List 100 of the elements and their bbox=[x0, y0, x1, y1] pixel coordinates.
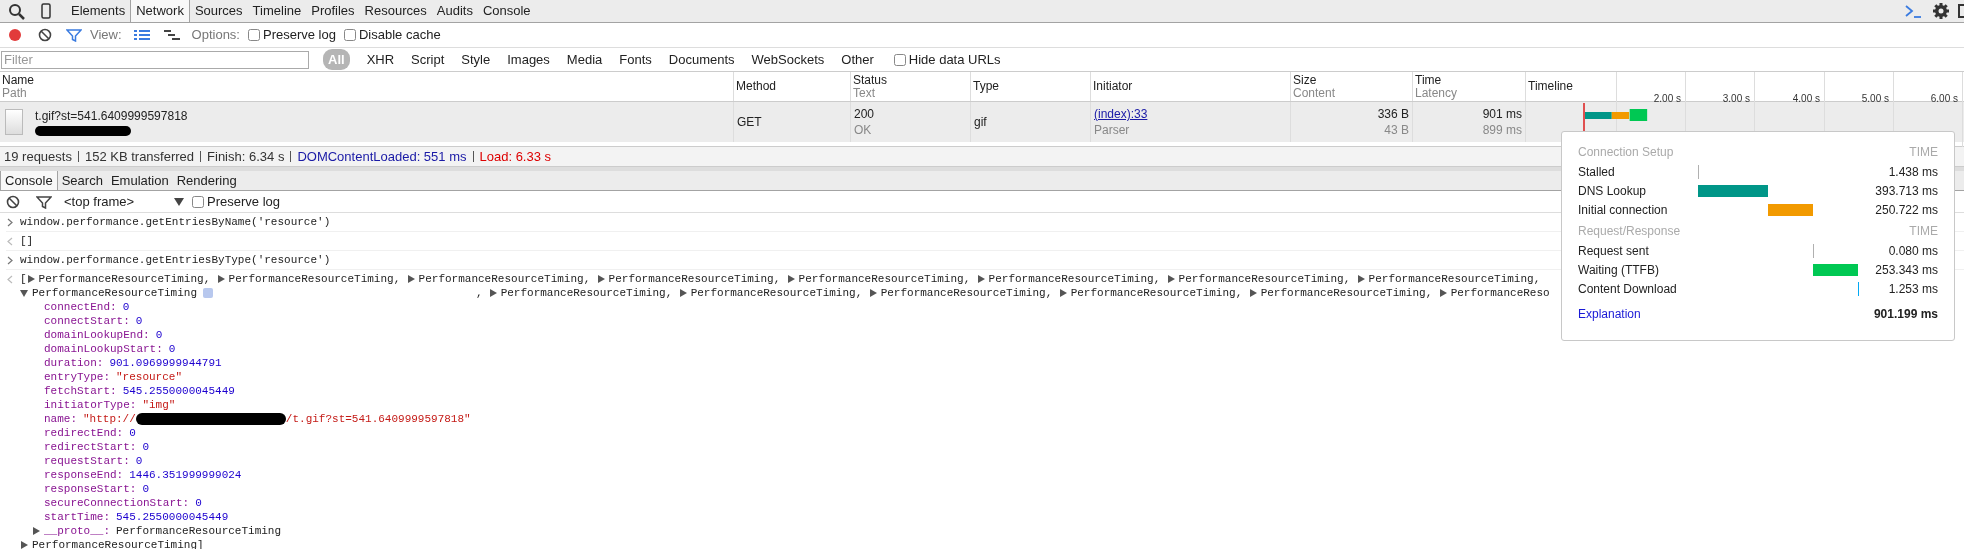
request-row[interactable]: t.gif?st=541.6409999597818 GET 200 OK gif (index):33 Parser 336 B 43 B 901 ms 899 ms bbox=[0, 102, 1964, 142]
tab[interactable]: Audits bbox=[431, 0, 478, 22]
type-text: gif bbox=[974, 114, 988, 131]
summary-text: 152 KB transferred bbox=[84, 147, 195, 166]
filter-type-button[interactable]: Images bbox=[507, 49, 550, 70]
property-value: 0 bbox=[122, 300, 130, 314]
object-entry[interactable]: PerformanceResourceTiming, bbox=[38, 272, 211, 286]
disclosure-triangle-icon[interactable] bbox=[20, 541, 28, 549]
disclosure-triangle-icon[interactable] bbox=[26, 275, 35, 283]
checkbox[interactable] bbox=[343, 28, 356, 41]
filter-type-button[interactable]: Style bbox=[461, 49, 491, 70]
disclosure-triangle-icon[interactable] bbox=[1248, 289, 1257, 297]
method-text: GET bbox=[737, 114, 763, 131]
column-header[interactable]: Status Text bbox=[850, 72, 970, 101]
summary-text: 19 requests bbox=[4, 147, 72, 166]
tab[interactable]: Sources bbox=[189, 0, 248, 22]
console-command: window.performance.getEntriesByName('resource') bbox=[20, 215, 331, 229]
dock-icon[interactable] bbox=[1958, 4, 1964, 18]
filter-field[interactable]: Filter bbox=[1, 50, 309, 69]
object-entry[interactable]: PerformanceResourceTiming, bbox=[500, 286, 673, 300]
disclosure-triangle-icon[interactable] bbox=[1356, 275, 1365, 283]
column-header[interactable]: Type bbox=[970, 72, 1090, 101]
filter-icon[interactable] bbox=[36, 194, 52, 209]
disclosure-triangle-icon[interactable] bbox=[786, 275, 795, 283]
timing-value: 1.438 ms bbox=[1887, 163, 1938, 181]
disclosure-triangle-icon[interactable] bbox=[596, 275, 605, 283]
column-label: TIME bbox=[1909, 144, 1938, 161]
object-entry[interactable]: PerformanceResourceTiming, bbox=[1178, 272, 1351, 286]
checkbox[interactable] bbox=[893, 53, 906, 66]
disclosure-triangle-icon[interactable] bbox=[20, 289, 28, 297]
timing-value: 250.722 ms bbox=[1874, 201, 1938, 219]
tab[interactable]: Elements bbox=[66, 0, 131, 22]
filter-type-button[interactable]: WebSockets bbox=[751, 49, 825, 70]
property-key: fetchStart: bbox=[44, 384, 117, 398]
disclosure-triangle-icon[interactable] bbox=[216, 275, 225, 283]
settings-icon[interactable] bbox=[1932, 2, 1950, 20]
list-view-icon[interactable] bbox=[133, 28, 150, 41]
column-header[interactable]: Size Content bbox=[1290, 72, 1412, 101]
tab[interactable]: Rendering bbox=[172, 171, 241, 190]
timing-value: 393.713 ms bbox=[1874, 182, 1938, 200]
object-entry[interactable]: PerformanceResourceTiming, bbox=[1368, 272, 1541, 286]
object-entry[interactable]: PerformanceResourceTiming, bbox=[228, 272, 401, 286]
property-value: 0 bbox=[129, 426, 136, 440]
checkbox[interactable] bbox=[192, 195, 204, 208]
filter-type-button[interactable]: XHR bbox=[366, 49, 395, 70]
object-entry[interactable]: PerformanceResourceTiming, bbox=[690, 286, 863, 300]
disclosure-triangle-icon[interactable] bbox=[1438, 289, 1447, 297]
disclosure-triangle-icon[interactable] bbox=[1058, 289, 1067, 297]
tab[interactable]: Resources bbox=[359, 0, 432, 22]
filter-type-button[interactable]: Documents bbox=[668, 49, 735, 70]
checkbox[interactable] bbox=[248, 28, 260, 41]
object-entry[interactable]: PerformanceResourceTiming bbox=[32, 286, 198, 300]
tab[interactable]: Console bbox=[0, 171, 58, 190]
column-header[interactable]: Initiator bbox=[1090, 72, 1290, 101]
time-text: 901 ms bbox=[1482, 106, 1522, 122]
property-key: requestStart: bbox=[44, 454, 130, 468]
frame-dropdown[interactable]: <top frame> bbox=[64, 191, 184, 212]
object-entry[interactable]: PerformanceResourceTiming, bbox=[1070, 286, 1243, 300]
summary-text: Finish: 6.34 s bbox=[207, 147, 285, 166]
filter-icon[interactable] bbox=[66, 27, 82, 42]
object-entry[interactable]: PerformanceResourceTiming, bbox=[1260, 286, 1433, 300]
tab[interactable]: Network bbox=[130, 0, 190, 22]
object-entry[interactable]: PerformanceResourceTiming, bbox=[880, 286, 1053, 300]
disclosure-triangle-icon[interactable] bbox=[32, 527, 40, 535]
column-header[interactable]: Name Path bbox=[0, 72, 733, 101]
clear-icon[interactable] bbox=[6, 194, 20, 209]
property-value: "resource" bbox=[116, 370, 183, 384]
filter-type-button[interactable]: Other bbox=[841, 49, 874, 70]
checkbox-label: Preserve log bbox=[263, 25, 336, 44]
filter-type-button[interactable]: Script bbox=[411, 49, 445, 70]
disclosure-triangle-icon[interactable] bbox=[976, 275, 985, 283]
disclosure-triangle-icon[interactable] bbox=[1166, 275, 1175, 283]
waterfall-view-icon[interactable] bbox=[163, 28, 180, 41]
disclosure-triangle-icon[interactable] bbox=[678, 289, 687, 297]
object-entry[interactable]: PerformanceResourceTiming, bbox=[798, 272, 971, 286]
explanation-link[interactable]: Explanation bbox=[1578, 305, 1641, 323]
tab[interactable]: Search bbox=[57, 171, 107, 190]
property-value: 545.2550000045449 bbox=[116, 510, 229, 524]
timing-label: Stalled bbox=[1578, 163, 1616, 181]
property-key: duration: bbox=[44, 356, 104, 370]
object-entry[interactable]: PerformanceReso bbox=[1450, 286, 1550, 300]
object-entry[interactable]: PerformanceResourceTiming, bbox=[418, 272, 591, 286]
disclosure-triangle-icon[interactable] bbox=[406, 275, 415, 283]
checkbox-label: Hide data URLs bbox=[908, 50, 1001, 69]
object-entry[interactable]: PerformanceResourceTiming, bbox=[988, 272, 1161, 286]
initiator-link[interactable]: (index):33 bbox=[1094, 106, 1148, 122]
filter-type-button[interactable]: Fonts bbox=[619, 49, 652, 70]
column-header[interactable]: Time Latency bbox=[1412, 72, 1525, 101]
column-header[interactable]: Method bbox=[733, 72, 850, 101]
clear-icon[interactable] bbox=[38, 27, 52, 42]
disclosure-triangle-icon[interactable] bbox=[868, 289, 877, 297]
device-icon[interactable] bbox=[38, 0, 54, 22]
tab[interactable]: Profiles bbox=[306, 0, 360, 22]
tab[interactable]: Emulation bbox=[106, 171, 173, 190]
object-entry[interactable]: PerformanceResourceTiming, bbox=[608, 272, 781, 286]
tab[interactable]: Console bbox=[477, 0, 536, 22]
filter-type-button[interactable]: Media bbox=[566, 49, 603, 70]
disclosure-triangle-icon[interactable] bbox=[488, 289, 497, 297]
tab[interactable]: Timeline bbox=[247, 0, 307, 22]
record-button[interactable] bbox=[8, 27, 22, 42]
